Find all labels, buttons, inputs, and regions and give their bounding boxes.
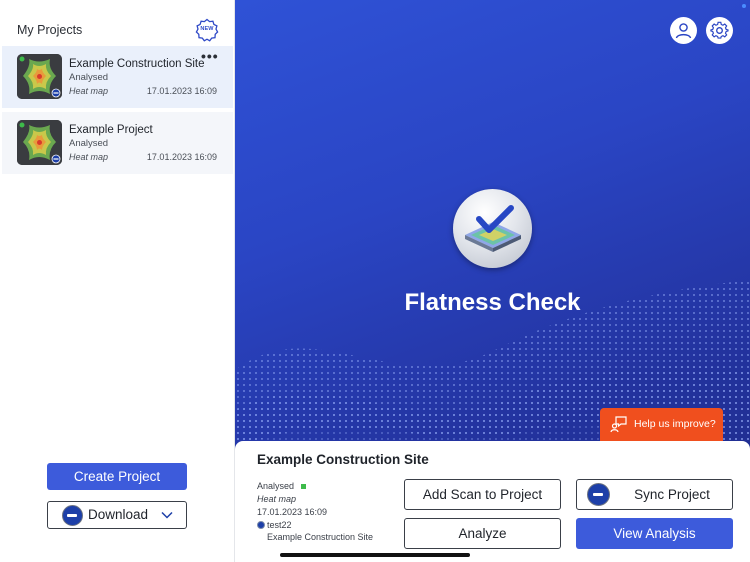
- heatmap-thumbnail: [17, 120, 62, 165]
- sync-project-label: Sync Project: [634, 487, 710, 502]
- sphere-logo-icon: [62, 505, 83, 526]
- scan-sphere-icon: [257, 521, 265, 529]
- project-name: Example Construction Site: [69, 58, 205, 70]
- user-profile-button[interactable]: [670, 17, 697, 44]
- project-date: 17.01.2023 16:09: [146, 152, 217, 162]
- project-card-example-construction-site[interactable]: Example Construction Site Analysed Heat …: [2, 46, 233, 108]
- project-type: Heat map: [69, 86, 109, 96]
- help-us-improve-button[interactable]: Help us improve?: [600, 408, 723, 441]
- sidebar-title: My Projects: [17, 23, 83, 37]
- home-indicator[interactable]: [280, 553, 470, 557]
- project-type: Heat map: [69, 152, 109, 162]
- detail-type: Heat map: [257, 494, 297, 504]
- detail-project-title: Example Construction Site: [257, 452, 429, 467]
- detail-status: Analysed: [257, 481, 295, 491]
- status-green-dot: [301, 484, 306, 489]
- chevron-down-icon: [161, 511, 173, 519]
- heatmap-thumbnail: [17, 54, 62, 99]
- settings-button[interactable]: [706, 17, 733, 44]
- view-analysis-button[interactable]: View Analysis: [576, 518, 733, 549]
- sphere-logo-icon: [587, 483, 610, 506]
- app-title: Flatness Check: [404, 289, 581, 316]
- download-button[interactable]: Download: [47, 501, 187, 529]
- flatness-check-logo: [453, 189, 532, 268]
- detail-date: 17.01.2023 16:09: [257, 507, 328, 517]
- new-badge-label: NEW: [200, 26, 214, 32]
- project-card-example-project[interactable]: Example Project Analysed Heat map 17.01.…: [2, 112, 233, 174]
- help-button-label: Help us improve?: [634, 418, 716, 430]
- more-dots-icon[interactable]: •••: [201, 49, 219, 63]
- gear-icon: [710, 21, 729, 39]
- add-scan-to-project-button[interactable]: Add Scan to Project: [404, 479, 561, 510]
- sidebar-header: My Projects NEW: [0, 0, 235, 46]
- detail-scan-name: test22: [267, 520, 292, 530]
- project-detail-panel: Example Construction Site Analysed Heat …: [235, 441, 750, 562]
- download-label: Download: [88, 507, 149, 522]
- project-name: Example Project: [69, 124, 153, 136]
- user-icon: [675, 23, 692, 39]
- sync-project-button[interactable]: Sync Project: [576, 479, 733, 510]
- create-project-button[interactable]: Create Project: [47, 463, 187, 490]
- projects-sidebar: My Projects NEW Example Construction Sit…: [0, 0, 235, 562]
- feedback-chat-icon: [610, 416, 627, 433]
- analyze-button[interactable]: Analyze: [404, 518, 561, 549]
- status-indicator-dot: [742, 4, 746, 8]
- project-date: 17.01.2023 16:09: [146, 86, 217, 96]
- detail-scan-site: Example Construction Site: [267, 532, 374, 542]
- new-badge-icon[interactable]: NEW: [195, 18, 219, 42]
- project-status: Analysed: [69, 72, 109, 83]
- project-status: Analysed: [69, 138, 109, 149]
